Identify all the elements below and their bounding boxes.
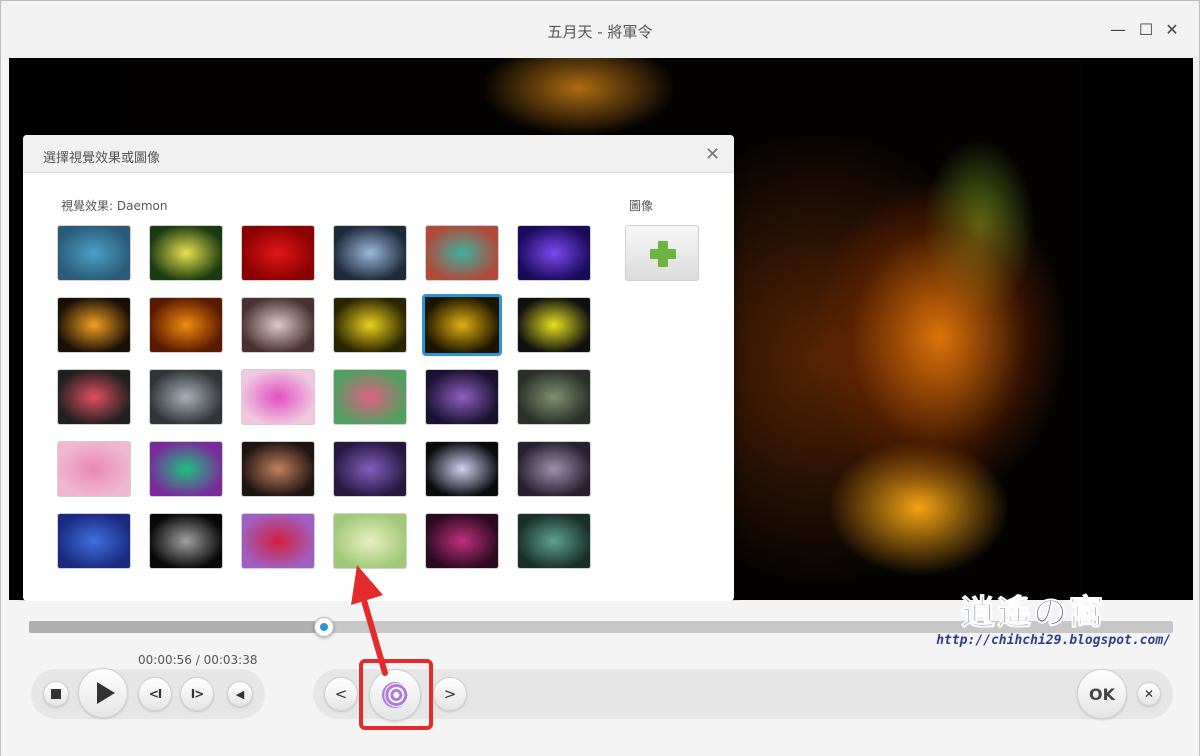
visualization-tile[interactable] [241, 225, 315, 281]
dialog-header: 選擇視覺效果或圖像 ✕ [23, 135, 734, 173]
visualization-tile[interactable] [149, 369, 223, 425]
annotation-arrow [351, 565, 388, 676]
window-title: 五月天 - 將軍令 [547, 23, 653, 41]
watermark-url: http://chihchi29.blogspot.com/ [936, 633, 1171, 648]
image-label: 圖像 [629, 199, 654, 213]
title-bar: 五月天 - 將軍令 — ☐ ✕ [1, 1, 1199, 58]
play-icon [96, 682, 115, 704]
visualization-tile[interactable] [333, 441, 407, 497]
visualization-tile[interactable] [57, 297, 131, 353]
seek-thumb[interactable] [313, 617, 334, 637]
visualization-tile[interactable] [57, 441, 131, 497]
visualization-tile[interactable] [425, 225, 499, 281]
visualization-tile[interactable] [425, 513, 499, 569]
visualization-tile[interactable] [57, 513, 131, 569]
visualization-tile[interactable] [333, 369, 407, 425]
app-window: 五月天 - 將軍令 — ☐ ✕ 選擇視覺效果或圖像 ✕ 視覺效果: Daemon… [0, 0, 1200, 756]
visualization-tile[interactable] [517, 225, 591, 281]
skip-back-button[interactable]: <I [138, 677, 172, 711]
visualization-dialog: 選擇視覺效果或圖像 ✕ 視覺效果: Daemon 圖像 [23, 135, 734, 601]
visualization-tile[interactable] [333, 225, 407, 281]
skip-forward-button[interactable]: I> [180, 677, 214, 711]
visualization-tile[interactable] [422, 294, 502, 356]
next-visualization-button[interactable]: > [433, 677, 467, 711]
visualization-tile[interactable] [57, 369, 131, 425]
seek-bar-progress [29, 621, 324, 633]
visualization-tile[interactable] [241, 441, 315, 497]
visualization-tile[interactable] [517, 297, 591, 353]
cancel-button[interactable]: ✕ [1137, 682, 1161, 706]
visualization-tile[interactable] [149, 441, 223, 497]
visualization-tile[interactable] [149, 513, 223, 569]
maximize-button[interactable]: ☐ [1135, 19, 1157, 41]
spiral-icon [382, 682, 408, 708]
visualization-label: 視覺效果: Daemon [61, 199, 168, 213]
dialog-close-button[interactable]: ✕ [705, 144, 720, 165]
prev-visualization-button[interactable]: < [324, 677, 358, 711]
visualization-tile[interactable] [517, 441, 591, 497]
play-button[interactable] [78, 668, 128, 718]
ok-button[interactable]: OK [1077, 669, 1127, 719]
watermark-title: 逍遙の窩 [961, 593, 1105, 634]
add-image-button[interactable] [625, 225, 699, 281]
plus-icon-bar [650, 249, 676, 259]
dialog-title: 選擇視覺效果或圖像 [43, 151, 161, 166]
visualization-tile[interactable] [241, 297, 315, 353]
close-window-button[interactable]: ✕ [1161, 19, 1183, 41]
arrow-shaft [360, 594, 388, 676]
arrow-head [351, 565, 383, 605]
volume-button[interactable]: ◀ [227, 681, 253, 707]
watermark: 逍遙の窩 http://chihchi29.blogspot.com/ [936, 585, 1176, 655]
visualization-tile[interactable] [517, 369, 591, 425]
volume-icon: ◀ [235, 687, 245, 701]
visualization-tile[interactable] [149, 297, 223, 353]
visualization-tile[interactable] [425, 441, 499, 497]
visualization-tile[interactable] [149, 225, 223, 281]
visualization-tile[interactable] [333, 297, 407, 353]
minimize-button[interactable]: — [1107, 19, 1129, 41]
visualization-tile[interactable] [57, 225, 131, 281]
visualization-tile[interactable] [425, 369, 499, 425]
visualization-grid [57, 225, 597, 571]
stop-button[interactable] [43, 681, 69, 707]
visualization-tile[interactable] [241, 369, 315, 425]
time-display: 00:00:56 / 00:03:38 [138, 653, 258, 667]
visualization-tile[interactable] [241, 513, 315, 569]
visualization-tile[interactable] [517, 513, 591, 569]
stop-icon [51, 689, 61, 699]
